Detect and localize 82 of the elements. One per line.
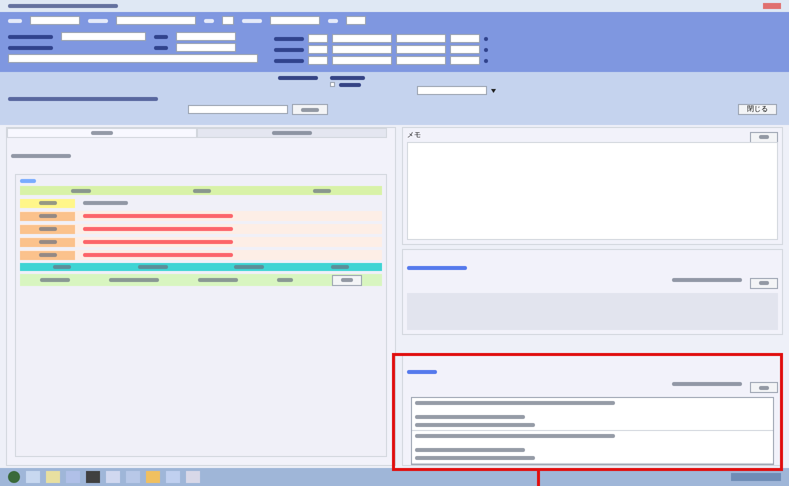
blurred-text-drawing <box>53 265 72 269</box>
blurred-text-drawing <box>204 18 214 22</box>
blurred-text-drawing <box>8 46 53 50</box>
blurred-text-drawing <box>301 108 319 112</box>
blurred-text-drawing <box>274 36 304 40</box>
input-field[interactable] <box>30 16 80 25</box>
blurred-text-drawing <box>484 48 488 52</box>
blurred-text-drawing <box>274 48 304 52</box>
blurred-text-drawing <box>11 154 71 158</box>
blurred-text-drawing <box>38 227 56 231</box>
input-field[interactable] <box>308 56 328 65</box>
input-field[interactable] <box>61 32 146 41</box>
blurred-text-drawing <box>154 34 168 38</box>
blurred-text-drawing <box>330 265 349 269</box>
blurred-text-drawing <box>277 278 294 282</box>
input-field[interactable] <box>396 45 446 54</box>
blurred-text-drawing <box>484 36 488 40</box>
blurred-text-drawing <box>242 18 262 22</box>
blurred-text-drawing <box>198 278 238 282</box>
input-field[interactable] <box>332 34 392 43</box>
blurred-text-drawing <box>759 386 769 390</box>
input-field[interactable] <box>450 56 480 65</box>
tab[interactable] <box>7 128 197 138</box>
input-field[interactable] <box>450 34 480 43</box>
input-field[interactable] <box>332 56 392 65</box>
blurred-text-drawing <box>83 201 128 205</box>
blurred-text-drawing <box>38 253 56 257</box>
input-field[interactable] <box>396 56 446 65</box>
blurred-text-drawing <box>138 265 168 269</box>
blurred-text-drawing <box>8 18 22 22</box>
small-button[interactable] <box>332 274 362 286</box>
blurred-text-drawing <box>108 278 159 282</box>
dropdown-arrow-icon[interactable] <box>491 88 496 92</box>
input-field[interactable] <box>222 16 234 25</box>
memo-text-area[interactable] <box>407 142 778 240</box>
blurred-text-drawing <box>278 76 318 80</box>
input-field[interactable] <box>188 105 288 114</box>
blurred-text-drawing <box>339 82 361 86</box>
input-field[interactable] <box>308 34 328 43</box>
small-button[interactable] <box>750 132 778 142</box>
blurred-text-drawing <box>91 131 113 135</box>
blurred-text-drawing <box>272 131 312 135</box>
blurred-text-drawing <box>193 188 211 192</box>
blurred-text-drawing <box>328 18 338 22</box>
blurred-text-drawing <box>88 18 108 22</box>
blurred-text-drawing <box>407 370 437 374</box>
blurred-text-drawing <box>38 240 56 244</box>
blurred-text-drawing <box>759 135 769 139</box>
input-field[interactable] <box>417 86 487 95</box>
small-button[interactable] <box>750 278 778 289</box>
blurred-text-drawing <box>38 201 56 205</box>
input-field[interactable] <box>8 54 258 63</box>
input-field[interactable] <box>308 45 328 54</box>
small-button[interactable] <box>750 382 778 393</box>
blurred-text-drawing <box>8 34 53 38</box>
input-field[interactable] <box>176 43 236 52</box>
blurred-text-drawing <box>71 188 91 192</box>
blurred-text-drawing <box>234 265 264 269</box>
tab[interactable] <box>197 128 387 138</box>
checkbox[interactable] <box>330 82 335 87</box>
input-field[interactable] <box>396 34 446 43</box>
small-button[interactable] <box>292 104 328 115</box>
blurred-text-drawing <box>330 76 365 80</box>
blurred-text-drawing <box>407 266 467 270</box>
input-field[interactable] <box>116 16 196 25</box>
blurred-text-drawing <box>20 179 36 183</box>
blurred-text-drawing <box>341 278 354 282</box>
input-field[interactable] <box>332 45 392 54</box>
blurred-text-drawing <box>672 278 742 282</box>
blurred-text-drawing <box>38 214 56 218</box>
blurred-text-drawing <box>40 278 70 282</box>
blurred-text-drawing <box>672 382 742 386</box>
start-icon[interactable] <box>8 471 20 483</box>
input-field[interactable] <box>346 16 366 25</box>
input-field[interactable] <box>176 32 236 41</box>
input-field[interactable] <box>270 16 320 25</box>
blurred-text-drawing <box>313 188 331 192</box>
blurred-text-drawing <box>154 46 168 50</box>
blurred-text-drawing <box>484 58 488 62</box>
input-field[interactable] <box>450 45 480 54</box>
blurred-text-drawing <box>759 281 769 286</box>
blurred-text-drawing <box>274 58 304 62</box>
